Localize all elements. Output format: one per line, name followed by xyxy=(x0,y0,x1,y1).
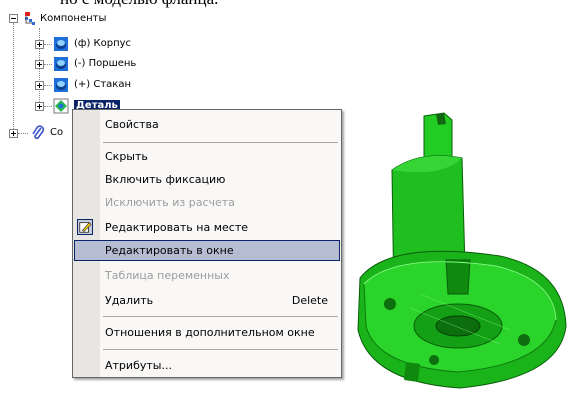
menu-item-label: Атрибуты... xyxy=(105,359,172,372)
component-icon xyxy=(54,37,68,51)
tree-root-label[interactable]: Компоненты xyxy=(40,13,106,25)
menu-item-label: Исключить из расчета xyxy=(105,196,235,209)
menu-item-edit-in-place[interactable]: Редактировать на месте xyxy=(74,217,340,238)
tree-connector xyxy=(44,64,52,65)
context-menu: Свойства Скрыть Включить фиксацию Исключ… xyxy=(72,109,342,378)
menu-item-delete[interactable]: Удалить Delete xyxy=(74,290,340,311)
components-folder-icon xyxy=(25,12,35,25)
component-icon xyxy=(54,78,68,92)
menu-item-label: Свойства xyxy=(105,118,159,131)
3d-model-preview xyxy=(357,112,567,389)
menu-item-label: Включить фиксацию xyxy=(105,173,226,186)
part-icon xyxy=(53,98,69,114)
tree-item-label[interactable]: (ф) Корпус xyxy=(74,38,131,50)
menu-item-attributes[interactable]: Атрибуты... xyxy=(74,355,340,376)
expand-toggle[interactable] xyxy=(35,40,44,49)
menu-item-label: Редактировать в окне xyxy=(105,244,234,257)
menu-separator xyxy=(103,142,338,143)
tree-connector xyxy=(44,44,52,45)
collapse-toggle[interactable] xyxy=(9,14,18,23)
menu-item-exclude[interactable]: Исключить из расчета xyxy=(74,192,340,213)
menu-item-relations-window[interactable]: Отношения в дополнительном окне xyxy=(74,322,340,343)
expand-toggle[interactable] xyxy=(35,102,44,111)
tree-connector xyxy=(44,106,52,107)
tree-item-label[interactable]: (-) Поршень xyxy=(74,58,136,70)
menu-item-hide[interactable]: Скрыть xyxy=(74,146,340,167)
menu-item-label: Удалить xyxy=(105,294,154,307)
expand-toggle[interactable] xyxy=(35,81,44,90)
tree-connector xyxy=(44,85,52,86)
menu-item-fix[interactable]: Включить фиксацию xyxy=(74,169,340,190)
expand-toggle[interactable] xyxy=(9,129,18,138)
paperclip-icon xyxy=(32,125,45,140)
tree-connector xyxy=(18,133,28,134)
menu-item-properties[interactable]: Свойства xyxy=(74,114,340,135)
menu-item-label: Редактировать на месте xyxy=(105,221,248,234)
menu-separator xyxy=(103,349,338,350)
tree-item-label[interactable]: (+) Стакан xyxy=(74,79,131,91)
component-icon xyxy=(54,57,68,71)
menu-item-shortcut: Delete xyxy=(291,294,328,307)
menu-item-label: Скрыть xyxy=(105,150,148,163)
menu-item-label: Таблица переменных xyxy=(105,269,230,282)
edit-in-place-icon xyxy=(77,219,93,235)
tree-root-label-2[interactable]: Со xyxy=(50,127,63,139)
menu-separator xyxy=(103,316,338,317)
menu-item-label: Отношения в дополнительном окне xyxy=(105,326,315,339)
expand-toggle[interactable] xyxy=(35,60,44,69)
menu-item-variables-table[interactable]: Таблица переменных xyxy=(74,265,340,286)
menu-item-edit-in-window[interactable]: Редактировать в окне xyxy=(74,240,340,261)
tree-connector xyxy=(13,23,14,137)
